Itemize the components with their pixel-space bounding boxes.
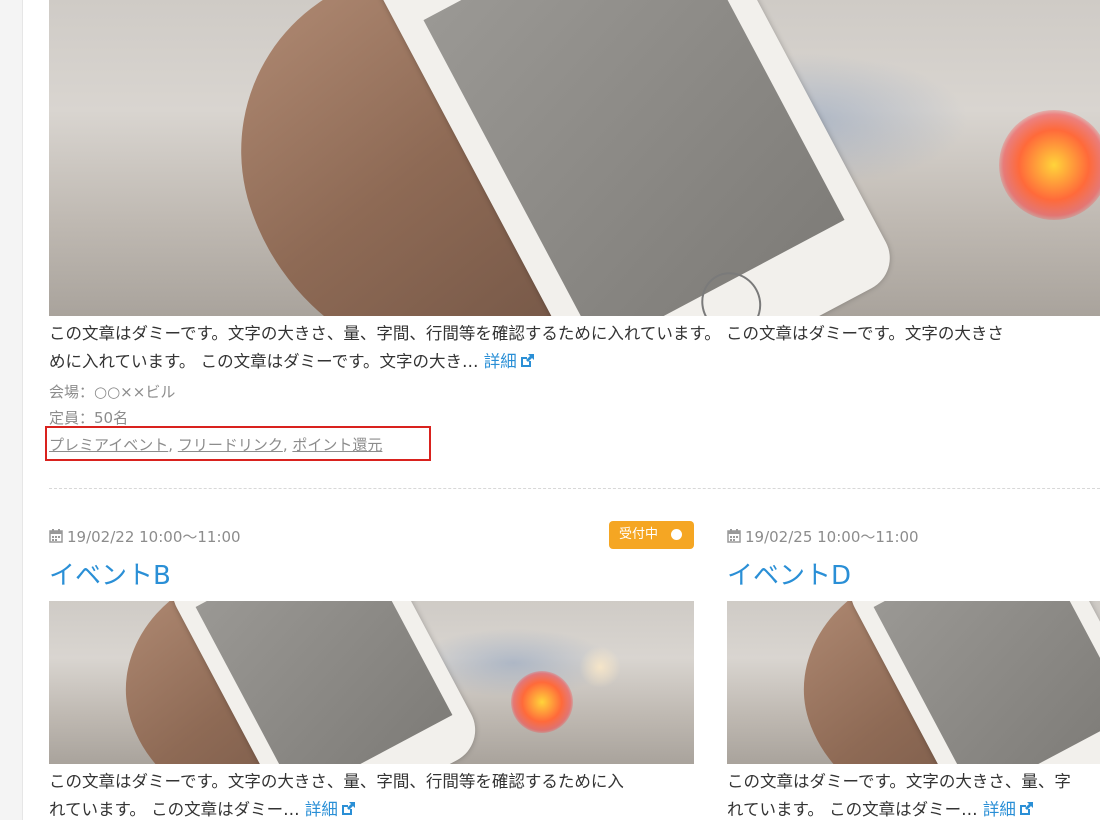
tag-highlight-box <box>45 426 431 461</box>
event-d-date-text: 19/02/25 10:00〜11:00 <box>745 528 919 546</box>
event-d-detail-link-label: 詳細 <box>982 800 1016 819</box>
event-b-excerpt-line2-text: れています。 この文章はダミー… <box>49 800 300 819</box>
event-d-title[interactable]: イベントD <box>727 555 851 592</box>
event-b-excerpt-line1: この文章はダミーです。文字の大きさ、量、字間、行間等を確認するために入 <box>49 772 624 791</box>
event-d-date: 19/02/25 10:00〜11:00 <box>727 526 919 547</box>
event-b-detail-link[interactable]: 詳細 <box>305 800 356 819</box>
event-a-detail-link[interactable]: 詳細 <box>484 352 535 371</box>
event-d-excerpt-line1: この文章はダミーです。文字の大きさ、量、字 <box>727 772 1071 791</box>
status-dot-icon <box>671 529 682 540</box>
event-b-excerpt: この文章はダミーです。文字の大きさ、量、字間、行間等を確認するために入 れていま… <box>49 768 694 824</box>
event-d-excerpt-line2-text: れています。 この文章はダミー… <box>727 800 978 819</box>
event-a-excerpt-line2-text: めに入れています。 この文章はダミーです。文字の大き… <box>49 352 479 371</box>
calendar-icon <box>727 529 741 543</box>
calendar-icon <box>49 529 63 543</box>
event-a-excerpt-line1: この文章はダミーです。文字の大きさ、量、字間、行間等を確認するために入れています… <box>49 324 1004 343</box>
external-link-icon <box>341 802 355 815</box>
event-b-image[interactable] <box>49 601 694 764</box>
event-b-detail-link-label: 詳細 <box>304 800 338 819</box>
external-link-icon <box>520 354 534 367</box>
event-d-image[interactable] <box>727 601 1100 764</box>
event-a-excerpt: この文章はダミーです。文字の大きさ、量、字間、行間等を確認するために入れています… <box>49 320 1100 376</box>
section-divider <box>49 488 1100 489</box>
event-d-detail-link[interactable]: 詳細 <box>983 800 1034 819</box>
event-a-venue: 会場：○○××ビル <box>49 383 176 401</box>
event-a-image[interactable] <box>49 0 1100 316</box>
event-b-status-label: 受付中 <box>619 527 659 542</box>
event-d-excerpt: この文章はダミーです。文字の大きさ、量、字 れています。 この文章はダミー… 詳… <box>727 768 1100 824</box>
event-a-excerpt-line2: めに入れています。 この文章はダミーです。文字の大き… 詳細 <box>49 348 1100 376</box>
event-b-status-badge: 受付中 <box>609 521 694 549</box>
event-b-date-text: 19/02/22 10:00〜11:00 <box>67 528 241 546</box>
event-b-title[interactable]: イベントB <box>49 555 171 592</box>
left-rail <box>0 0 23 820</box>
event-b-date: 19/02/22 10:00〜11:00 <box>49 526 241 547</box>
event-a-detail-link-label: 詳細 <box>483 352 517 371</box>
external-link-icon <box>1019 802 1033 815</box>
